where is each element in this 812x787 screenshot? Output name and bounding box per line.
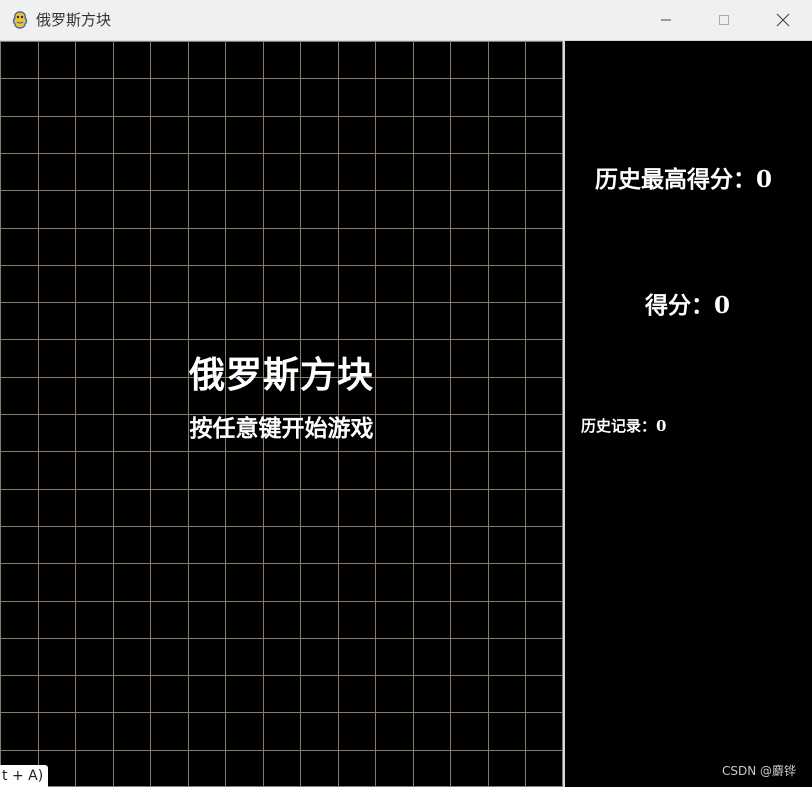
game-canvas[interactable]: 俄罗斯方块 按任意键开始游戏 历史最高得分：0 得分：0 历史记录：0 CSDN… <box>0 41 812 787</box>
shortcut-hint: t + A) <box>0 765 49 787</box>
app-window: 俄罗斯方块 俄罗斯方块 按任意键开始游戏 历史最高得分：0 得分：0 历史记录：… <box>0 0 812 787</box>
close-button[interactable] <box>754 0 812 40</box>
history-value: 0 <box>656 417 667 435</box>
watermark: CSDN @麝铧 <box>721 764 796 778</box>
maximize-button[interactable] <box>695 0 753 40</box>
title-bar[interactable]: 俄罗斯方块 <box>0 0 812 41</box>
game-title: 俄罗斯方块 <box>188 354 374 396</box>
pygame-snake-icon <box>10 10 30 30</box>
maximize-icon <box>718 14 730 26</box>
history-record: 历史记录：0 <box>581 415 666 437</box>
game-board[interactable]: 俄罗斯方块 按任意键开始游戏 <box>0 41 563 787</box>
current-score: 得分：0 <box>645 289 730 323</box>
window-title: 俄罗斯方块 <box>36 11 112 29</box>
close-icon <box>776 13 790 27</box>
history-label: 历史记录： <box>581 417 657 435</box>
start-prompt: 按任意键开始游戏 <box>189 415 374 442</box>
high-score-value: 0 <box>756 166 773 193</box>
minimize-button[interactable] <box>637 0 695 40</box>
score-panel: 历史最高得分：0 得分：0 历史记录：0 CSDN @麝铧 <box>565 41 812 787</box>
high-score: 历史最高得分：0 <box>595 163 772 197</box>
score-value: 0 <box>714 292 731 319</box>
score-label: 得分： <box>645 292 714 319</box>
minimize-icon <box>660 14 672 26</box>
high-score-label: 历史最高得分： <box>595 166 756 193</box>
